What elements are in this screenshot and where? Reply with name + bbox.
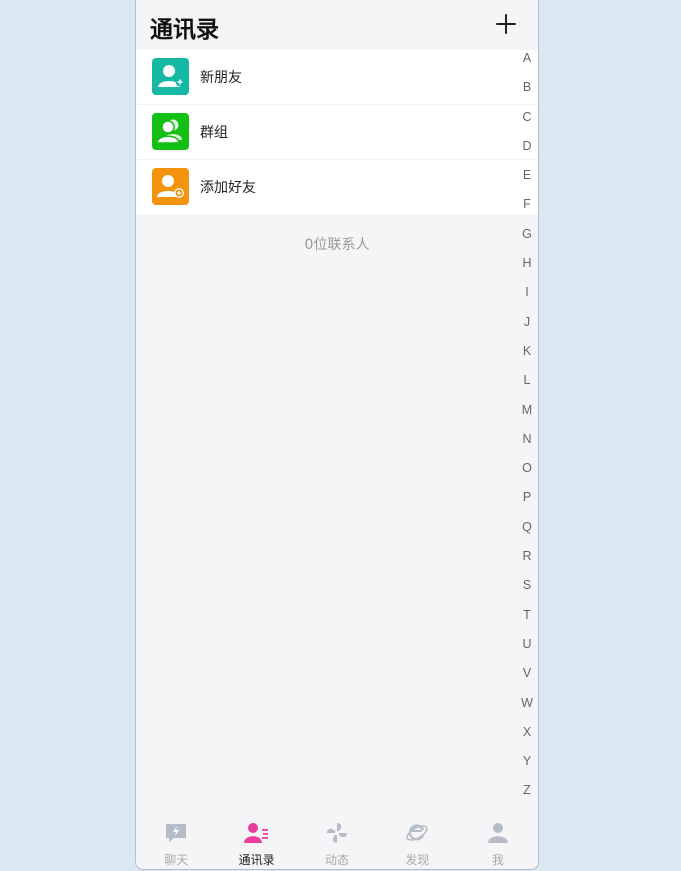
tab-label: 动态	[325, 853, 350, 867]
new-friend-icon	[152, 58, 189, 95]
alphabet-letter[interactable]: L	[516, 371, 538, 400]
alphabet-letter[interactable]: V	[516, 664, 538, 693]
alphabet-letter[interactable]: D	[516, 137, 538, 166]
alphabet-letter[interactable]: B	[516, 78, 538, 107]
alphabet-letter[interactable]: J	[516, 313, 538, 342]
menu-item-new-friends[interactable]: 新朋友	[136, 50, 538, 105]
alphabet-letter[interactable]: G	[516, 225, 538, 254]
tab-moments[interactable]: 动态	[297, 813, 377, 869]
contacts-icon	[243, 823, 268, 843]
menu-label: 添加好友	[200, 180, 256, 196]
tab-discover[interactable]: 发现	[377, 813, 457, 869]
alphabet-letter[interactable]: X	[516, 723, 538, 752]
profile-icon	[487, 823, 508, 843]
alphabet-index: ABCDEFGHIJKLMNOPQRSTUVWXYZ	[516, 49, 538, 811]
alphabet-letter[interactable]: W	[516, 694, 538, 723]
alphabet-letter[interactable]: F	[516, 195, 538, 224]
tab-label: 通讯录	[238, 853, 275, 867]
alphabet-letter[interactable]: O	[516, 459, 538, 488]
tab-contacts[interactable]: 通讯录	[216, 813, 296, 869]
alphabet-letter[interactable]: I	[516, 283, 538, 312]
menu-label: 群组	[200, 125, 228, 141]
alphabet-letter[interactable]: Q	[516, 518, 538, 547]
alphabet-letter[interactable]: U	[516, 635, 538, 664]
menu-item-groups[interactable]: 群组	[136, 105, 538, 160]
add-button[interactable]	[496, 14, 516, 34]
menu-item-add-friend[interactable]: 添加好友	[136, 160, 538, 214]
chat-icon	[166, 824, 187, 842]
contacts-screen: 通讯录 新朋友 群组 添加好友 0位联系人 A B C D E F G H I …	[135, 0, 539, 870]
alphabet-letter[interactable]: A	[516, 49, 538, 78]
tab-label: 发现	[405, 853, 430, 867]
alphabet-letter[interactable]: Z	[516, 781, 538, 810]
alphabet-letter[interactable]: R	[516, 547, 538, 576]
tab-chat[interactable]: 聊天	[136, 813, 216, 869]
tab-me[interactable]: 我	[458, 813, 538, 869]
add-friend-icon	[152, 168, 189, 205]
alphabet-letter[interactable]: N	[516, 430, 538, 459]
pinwheel-icon	[327, 823, 348, 843]
tab-label: 聊天	[164, 853, 189, 867]
group-icon	[152, 113, 189, 150]
header: 通讯录	[136, 0, 538, 50]
alphabet-letter[interactable]: K	[516, 342, 538, 371]
alphabet-letter[interactable]: S	[516, 576, 538, 605]
alphabet-letter[interactable]: M	[516, 401, 538, 430]
tab-bar: 聊天 通讯录 动态 发现 我	[136, 813, 538, 869]
contact-menu: 新朋友 群组 添加好友	[136, 50, 538, 214]
explore-icon	[406, 824, 429, 841]
alphabet-letter[interactable]: Y	[516, 752, 538, 781]
contact-count: 0位联系人	[304, 237, 370, 253]
alphabet-letter[interactable]: C	[516, 108, 538, 137]
alphabet-letter[interactable]: T	[516, 606, 538, 635]
page-title: 通讯录	[150, 17, 219, 43]
alphabet-letter[interactable]: H	[516, 254, 538, 283]
alphabet-letter[interactable]: P	[516, 488, 538, 517]
menu-label: 新朋友	[200, 70, 242, 86]
tab-label: 我	[491, 853, 504, 867]
alphabet-letter[interactable]: E	[516, 166, 538, 195]
